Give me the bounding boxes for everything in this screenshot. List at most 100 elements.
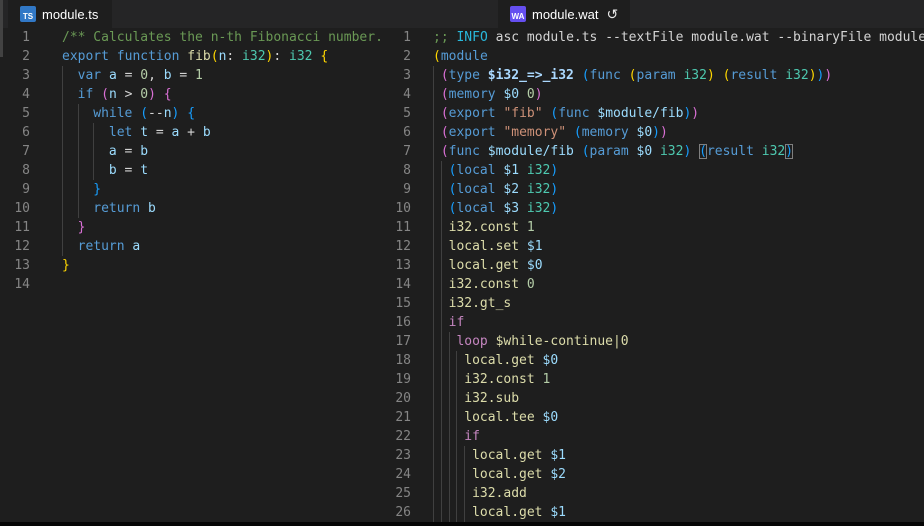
indent-guide (448, 370, 457, 389)
indent-guide (464, 503, 473, 522)
indent-guide (62, 161, 70, 180)
code-line: 8 b = t (0, 161, 385, 180)
indent-guide (77, 161, 86, 180)
window-bottom-edge (0, 522, 924, 526)
code-line: 22 if (385, 427, 924, 446)
code-line: 15 i32.gt_s (385, 294, 924, 313)
indent-guide (433, 85, 441, 104)
code-line: 21 local.tee $0 (385, 408, 924, 427)
code-line: 26 local.get $1 (385, 503, 924, 522)
code-line: 8 (local $1 i32) (385, 161, 924, 180)
line-number: 15 (395, 296, 411, 311)
indent-guide (62, 66, 70, 85)
code-line: 19 i32.const 1 (385, 370, 924, 389)
line-number: 16 (395, 315, 411, 330)
indent-guide (448, 351, 457, 370)
indent-guide (433, 465, 441, 484)
indent-guide (440, 256, 449, 275)
indent-guide (440, 275, 449, 294)
indent-guide (62, 123, 70, 142)
line-number: 19 (395, 372, 411, 387)
indent-guide (440, 389, 449, 408)
code-line: 12 return a (0, 237, 385, 256)
indent-guide (433, 161, 441, 180)
indent-guide (440, 465, 449, 484)
indent-guide (448, 484, 457, 503)
line-number: 8 (403, 163, 411, 178)
indent-guide (93, 142, 102, 161)
tab-module-ts[interactable]: TS module.ts (8, 0, 112, 28)
indent-guide (440, 161, 449, 180)
line-number: 21 (395, 410, 411, 425)
indent-guide (433, 332, 441, 351)
line-number: 13 (395, 258, 411, 273)
line-number: 14 (395, 277, 411, 292)
indent-guide (440, 370, 449, 389)
code-line: 4 (memory $0 0) (385, 85, 924, 104)
typescript-editor-lines: 1/** Calculates the n-th Fibonacci numbe… (0, 28, 385, 294)
line-number: 13 (14, 258, 30, 273)
indent-guide (440, 503, 449, 522)
tab-module-wat[interactable]: WA module.wat ↺ (498, 0, 630, 28)
indent-guide (62, 104, 70, 123)
indent-guide (433, 446, 441, 465)
indent-guide (433, 484, 441, 503)
code-line: 10 (local $3 i32) (385, 199, 924, 218)
line-number: 2 (22, 49, 30, 64)
code-line: 1;; INFO asc module.ts --textFile module… (385, 28, 924, 47)
code-line: 12 local.set $1 (385, 237, 924, 256)
tab-module-ts-label: module.ts (42, 6, 99, 22)
line-number: 14 (14, 277, 30, 292)
line-number: 25 (395, 486, 411, 501)
code-line: 14 i32.const 0 (385, 275, 924, 294)
indent-guide (448, 503, 457, 522)
line-number: 24 (395, 467, 411, 482)
indent-guide (433, 313, 441, 332)
line-number: 12 (395, 239, 411, 254)
line-number: 22 (395, 429, 411, 444)
indent-guide (440, 199, 449, 218)
indent-guide (433, 370, 441, 389)
indent-guide (62, 199, 70, 218)
code-line: 3 var a = 0, b = 1 (0, 66, 385, 85)
indent-guide (433, 294, 441, 313)
indent-guide (464, 446, 473, 465)
reload-icon[interactable]: ↺ (606, 6, 618, 23)
indent-guide (456, 446, 465, 465)
indent-guide (448, 446, 457, 465)
indent-guide (433, 123, 441, 142)
line-number: 7 (22, 144, 30, 159)
indent-guide (456, 484, 465, 503)
indent-guide (62, 218, 70, 237)
indent-guide (440, 237, 449, 256)
indent-guide (77, 142, 86, 161)
indent-guide (77, 104, 86, 123)
indent-guide (62, 180, 70, 199)
indent-guide (62, 237, 70, 256)
code-line: 23 local.get $1 (385, 446, 924, 465)
code-line: 7 (func $module/fib (param $0 i32) (resu… (385, 142, 924, 161)
indent-guide (433, 142, 441, 161)
typescript-editor-pane[interactable]: 1/** Calculates the n-th Fibonacci numbe… (0, 28, 385, 522)
indent-guide (433, 351, 441, 370)
indent-guide (62, 142, 70, 161)
indent-guide (433, 237, 441, 256)
wasm-file-icon: WA (510, 6, 526, 22)
code-line: 14 (0, 275, 385, 294)
indent-guide (440, 294, 449, 313)
code-line: 16 if (385, 313, 924, 332)
line-number: 20 (395, 391, 411, 406)
indent-guide (440, 218, 449, 237)
indent-guide (433, 104, 441, 123)
indent-guide (440, 446, 449, 465)
line-number: 5 (22, 106, 30, 121)
line-number: 10 (14, 201, 30, 216)
code-line: 6 let t = a + b (0, 123, 385, 142)
line-number: 9 (22, 182, 30, 197)
line-number: 3 (22, 68, 30, 83)
indent-guide (433, 389, 441, 408)
code-line: 11 } (0, 218, 385, 237)
indent-guide (448, 408, 457, 427)
wat-editor-pane[interactable]: 1;; INFO asc module.ts --textFile module… (385, 28, 924, 522)
indent-guide (440, 180, 449, 199)
